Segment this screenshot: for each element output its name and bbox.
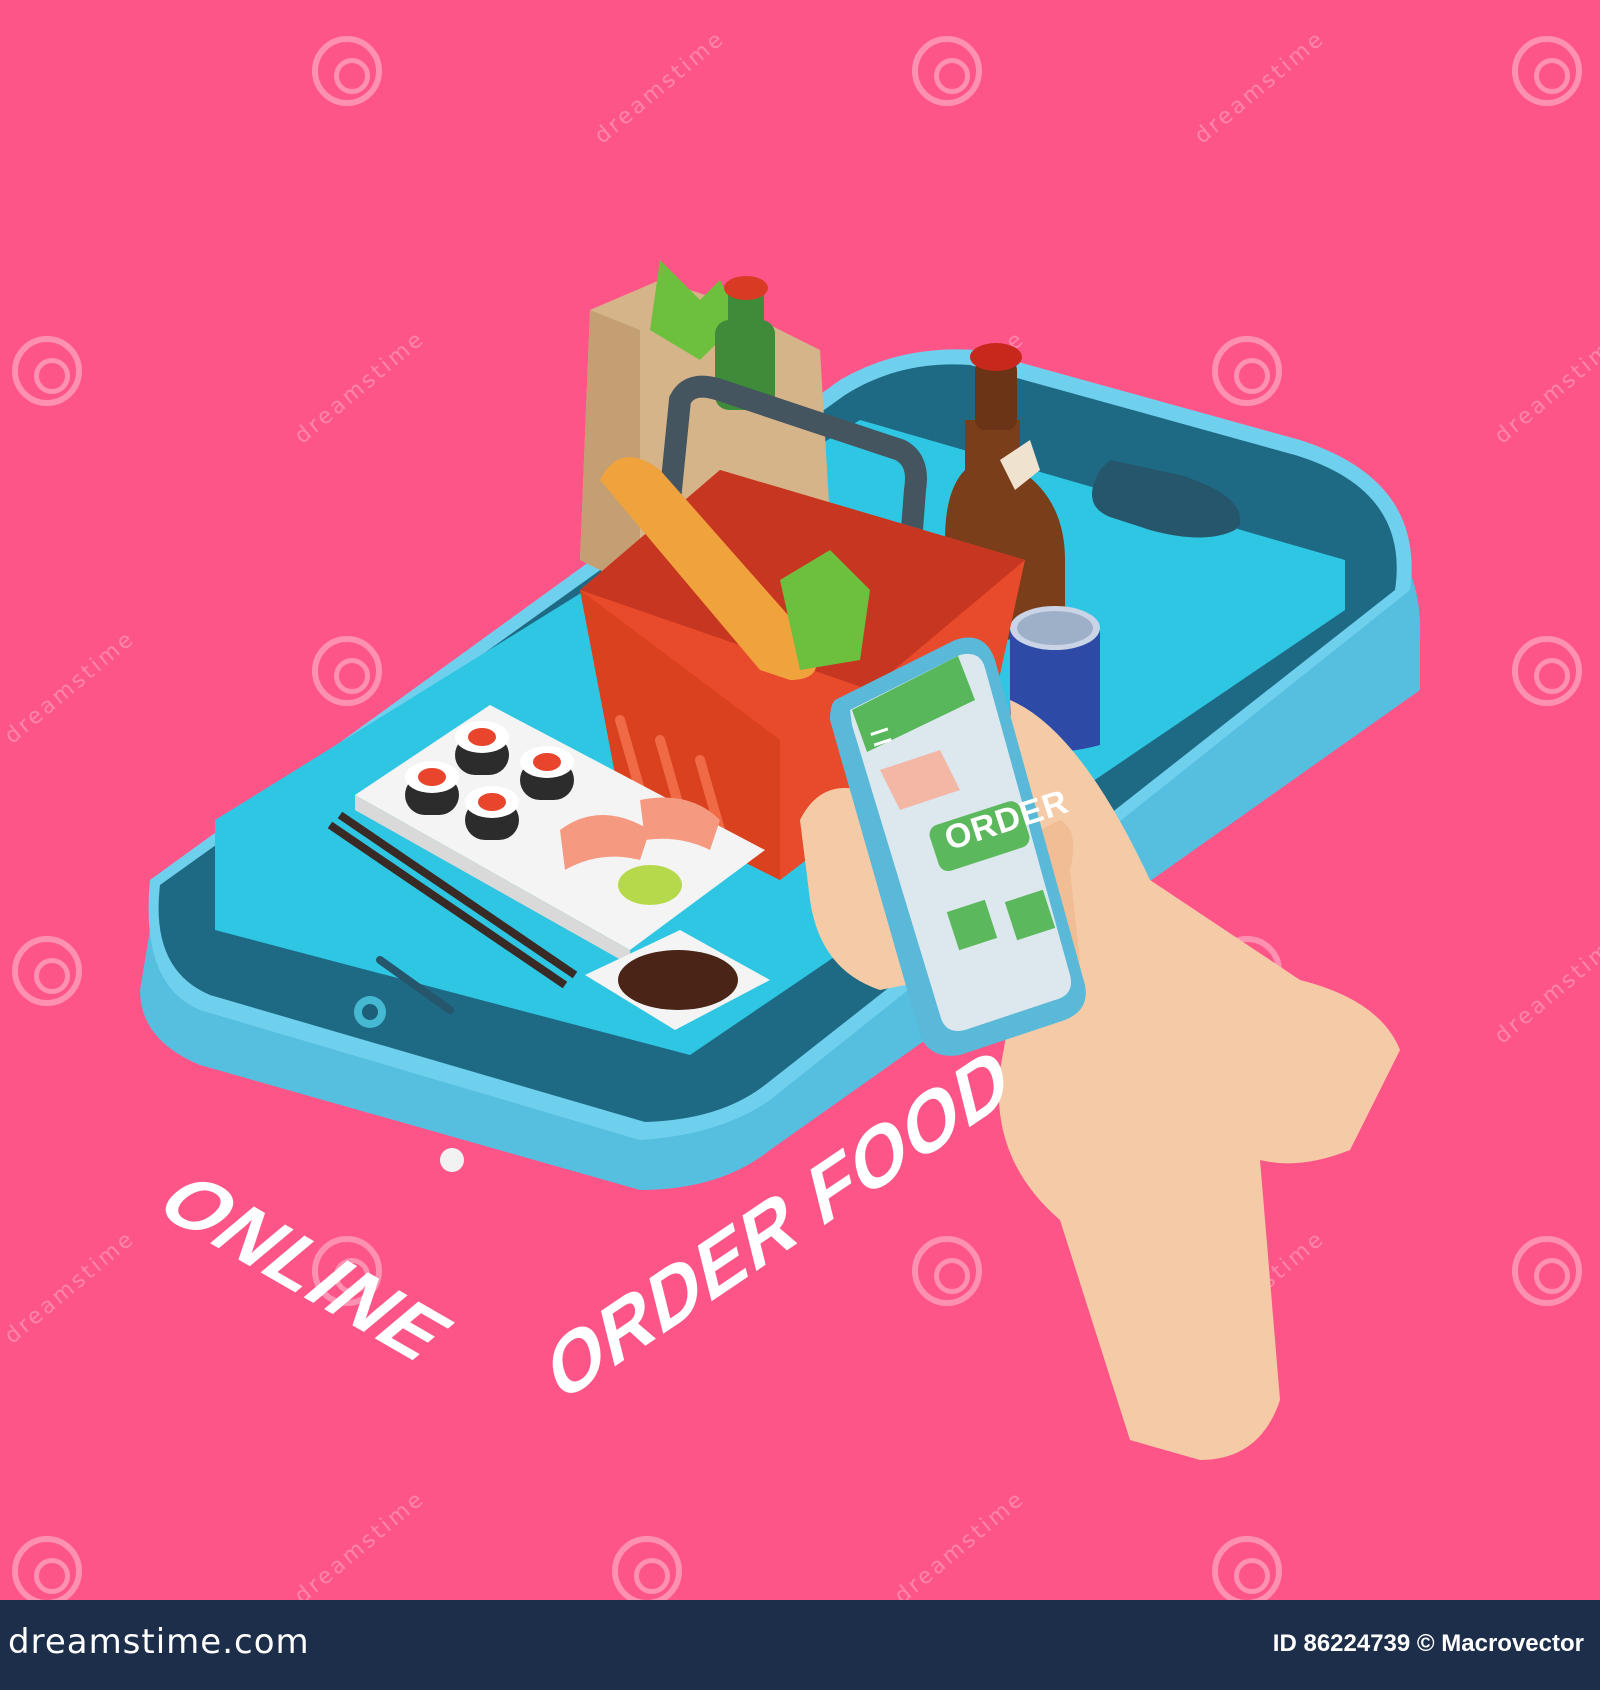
footer-site-name[interactable]: dreamstime.com (8, 1622, 310, 1662)
footer-bar: dreamstime.com ID 86224739 © Macrovector (0, 1600, 1600, 1690)
isometric-artwork (140, 260, 1421, 1460)
footer-image-id: ID 86224739 © Macrovector (1272, 1630, 1584, 1657)
illustration-stage: dreamstime dreamstime dreamstime dreamst… (0, 0, 1600, 1690)
